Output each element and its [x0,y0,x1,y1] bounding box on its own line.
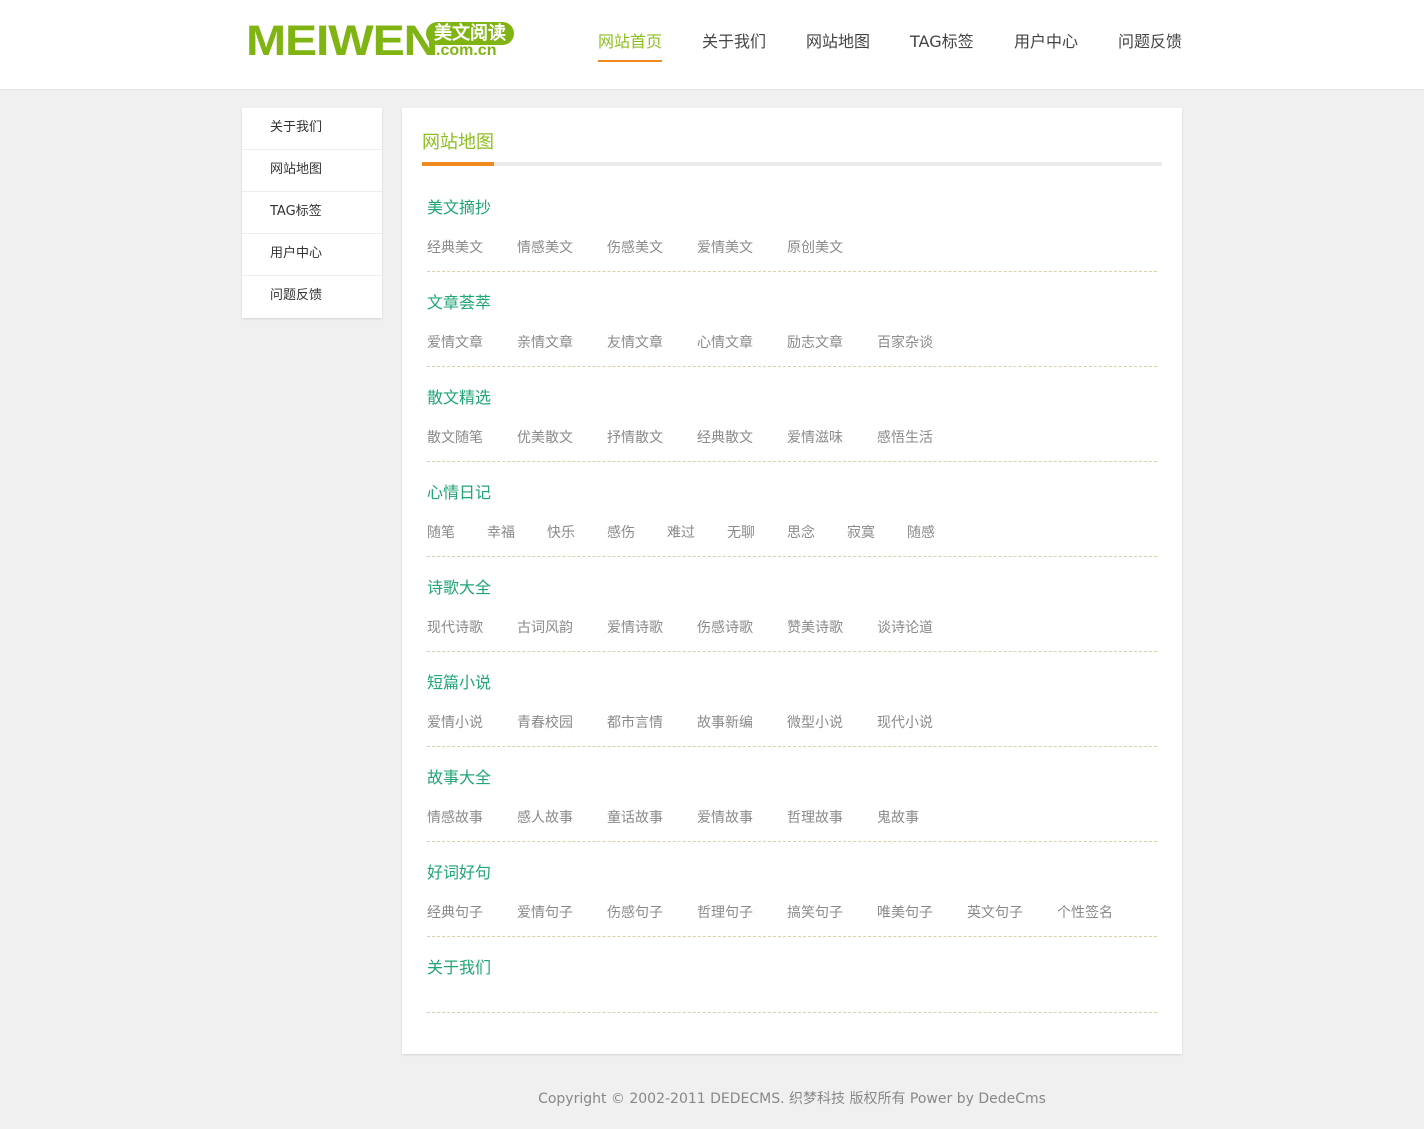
nav-item-label: 网站首页 [598,32,663,51]
section-link[interactable]: 搞笑句子 [787,904,843,922]
section-link[interactable]: 伤感美文 [607,239,663,257]
sidebar-item-about[interactable]: 关于我们 [242,108,382,150]
section-link[interactable]: 现代诗歌 [427,619,483,637]
section-title[interactable]: 散文精选 [427,388,491,408]
nav-item-user-center[interactable]: 用户中心 [1014,32,1078,52]
section-link[interactable]: 感人故事 [517,809,573,827]
site-header: MEIWEN 美文阅读 .com.cn 网站首页 关于我们 网站地图 TAG标签… [0,0,1424,90]
section-link[interactable]: 爱情故事 [697,809,753,827]
section-link[interactable]: 故事新编 [697,714,753,732]
section-link[interactable]: 友情文章 [607,334,663,352]
section-link[interactable]: 百家杂谈 [877,334,933,352]
logo-wordmark: MEIWEN [246,17,438,65]
section-link[interactable]: 原创美文 [787,239,843,257]
section-link[interactable]: 思念 [787,524,815,542]
nav-item-label: 问题反馈 [1118,32,1183,51]
section-link[interactable]: 谈诗论道 [877,619,933,637]
copyright-text: Copyright © 2002-2011 DEDECMS. 织梦科技 版权所有… [538,1091,1046,1107]
section-link[interactable]: 鬼故事 [877,809,919,827]
nav-item-label: 网站地图 [806,32,871,51]
section-link[interactable]: 哲理故事 [787,809,843,827]
section-link[interactable]: 经典美文 [427,239,483,257]
section-link[interactable]: 青春校园 [517,714,573,732]
title-underline [422,162,494,166]
sidebar: 关于我们 网站地图 TAG标签 用户中心 问题反馈 [242,108,382,318]
sidebar-item-sitemap[interactable]: 网站地图 [242,150,382,192]
section-title[interactable]: 文章荟萃 [427,293,491,313]
section-link[interactable]: 古词风韵 [517,619,573,637]
sidebar-item-user-center[interactable]: 用户中心 [242,234,382,276]
section-link[interactable]: 现代小说 [877,714,933,732]
section-link[interactable]: 爱情美文 [697,239,753,257]
section-link[interactable]: 爱情文章 [427,334,483,352]
nav-item-home[interactable]: 网站首页 [598,32,663,62]
section-link[interactable]: 爱情句子 [517,904,573,922]
sitemap-section: 短篇小说爱情小说 青春校园 都市言情 故事新编 微型小说 现代小说 [427,673,1157,747]
section-link[interactable]: 感伤 [607,524,635,542]
nav-item-label: 关于我们 [702,32,767,51]
section-link[interactable]: 赞美诗歌 [787,619,843,637]
section-link[interactable]: 经典散文 [697,429,753,447]
section-title[interactable]: 美文摘抄 [427,198,491,218]
panel-title-bar: 网站地图 [422,128,1162,166]
nav-item-tags[interactable]: TAG标签 [910,32,974,52]
section-link[interactable]: 都市言情 [607,714,663,732]
section-link[interactable]: 亲情文章 [517,334,573,352]
sidebar-item-feedback[interactable]: 问题反馈 [242,276,382,318]
section-link[interactable]: 随感 [907,524,935,542]
sitemap-section: 美文摘抄经典美文 情感美文 伤感美文 爱情美文 原创美文 [427,198,1157,272]
sitemap-section: 心情日记随笔 幸福 快乐 感伤 难过 无聊 思念 寂寞 随感 [427,483,1157,557]
section-link[interactable]: 优美散文 [517,429,573,447]
section-title[interactable]: 好词好句 [427,863,491,883]
section-link[interactable]: 唯美句子 [877,904,933,922]
site-logo[interactable]: MEIWEN 美文阅读 .com.cn [246,17,526,65]
section-link[interactable]: 个性签名 [1057,904,1113,922]
section-title[interactable]: 故事大全 [427,768,491,788]
nav-item-feedback[interactable]: 问题反馈 [1118,32,1182,52]
sitemap-section: 诗歌大全现代诗歌 古词风韵 爱情诗歌 伤感诗歌 赞美诗歌 谈诗论道 [427,578,1157,652]
section-link[interactable]: 情感美文 [517,239,573,257]
section-title[interactable]: 心情日记 [427,483,491,503]
section-link[interactable]: 感悟生活 [877,429,933,447]
section-link[interactable]: 爱情滋味 [787,429,843,447]
nav-item-label: TAG标签 [910,32,974,51]
section-link[interactable]: 哲理句子 [697,904,753,922]
logo-domain: .com.cn [436,42,497,59]
sitemap-section: 关于我们 [427,958,1157,1013]
sitemap-section: 故事大全情感故事 感人故事 童话故事 爱情故事 哲理故事 鬼故事 [427,768,1157,842]
page-title: 网站地图 [422,132,494,153]
nav-active-indicator [598,60,662,62]
section-link[interactable]: 伤感句子 [607,904,663,922]
section-link[interactable]: 经典句子 [427,904,483,922]
section-link[interactable]: 情感故事 [427,809,483,827]
section-link[interactable]: 童话故事 [607,809,663,827]
section-link[interactable]: 英文句子 [967,904,1023,922]
section-link[interactable]: 散文随笔 [427,429,483,447]
section-link[interactable]: 快乐 [547,524,575,542]
sitemap-panel: 网站地图 美文摘抄经典美文 情感美文 伤感美文 爱情美文 原创美文文章荟萃爱情文章 亲情文… [402,108,1182,1054]
section-title[interactable]: 短篇小说 [427,673,491,693]
sitemap-section: 好词好句经典句子 爱情句子 伤感句子 哲理句子 搞笑句子 唯美句子 英文句子 个性签名 [427,863,1157,937]
section-link[interactable]: 爱情诗歌 [607,619,663,637]
sitemap-section: 散文精选散文随笔 优美散文 抒情散文 经典散文 爱情滋味 感悟生活 [427,388,1157,462]
section-link[interactable]: 幸福 [487,524,515,542]
footer: Copyright © 2002-2011 DEDECMS. 织梦科技 版权所有… [0,1088,1424,1108]
section-link[interactable]: 心情文章 [697,334,753,352]
section-link[interactable]: 抒情散文 [607,429,663,447]
section-title[interactable]: 诗歌大全 [427,578,491,598]
nav-item-label: 用户中心 [1014,32,1079,51]
section-title[interactable]: 关于我们 [427,958,491,978]
section-link[interactable]: 励志文章 [787,334,843,352]
section-link[interactable]: 微型小说 [787,714,843,732]
nav-item-sitemap[interactable]: 网站地图 [806,32,870,52]
section-link[interactable]: 伤感诗歌 [697,619,753,637]
section-link[interactable]: 难过 [667,524,695,542]
section-link[interactable]: 随笔 [427,524,455,542]
sidebar-item-tags[interactable]: TAG标签 [242,192,382,234]
section-link[interactable]: 无聊 [727,524,755,542]
sitemap-section: 文章荟萃爱情文章 亲情文章 友情文章 心情文章 励志文章 百家杂谈 [427,293,1157,367]
nav-item-about[interactable]: 关于我们 [702,32,766,52]
section-link[interactable]: 寂寞 [847,524,875,542]
section-link[interactable]: 爱情小说 [427,714,483,732]
